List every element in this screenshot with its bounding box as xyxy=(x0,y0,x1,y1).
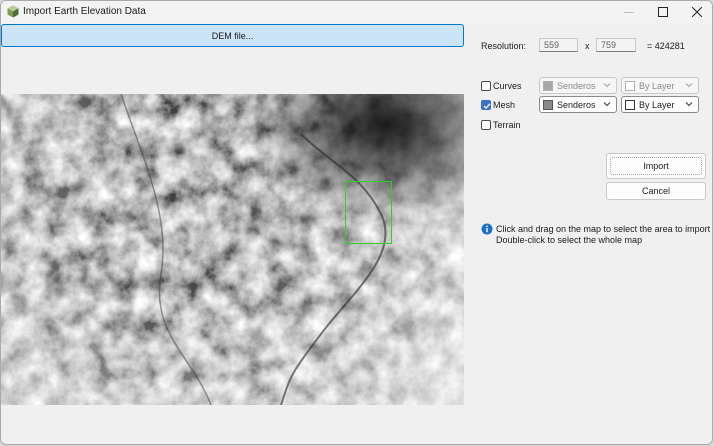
chevron-down-icon xyxy=(685,83,693,88)
mesh-label: Mesh xyxy=(493,100,516,110)
app-icon xyxy=(7,5,19,18)
curves-material-value: Senderos xyxy=(557,80,596,91)
color-swatch xyxy=(543,99,553,110)
terrain-checkbox[interactable] xyxy=(481,120,491,130)
maximize-icon xyxy=(658,7,668,17)
close-icon xyxy=(692,7,702,17)
resolution-width-field[interactable]: 559 xyxy=(539,38,578,52)
checkmark-icon xyxy=(483,103,491,110)
mesh-linetype-value: By Layer xyxy=(639,99,675,110)
maximize-button[interactable] xyxy=(647,1,679,23)
color-swatch xyxy=(543,80,553,91)
mesh-linetype-select[interactable]: By Layer xyxy=(621,96,699,113)
window-title: Import Earth Elevation Data xyxy=(23,6,146,17)
curves-label: Curves xyxy=(493,81,522,91)
chevron-down-icon xyxy=(603,83,611,88)
dem-file-button[interactable]: DEM file... xyxy=(1,24,464,47)
mesh-material-select[interactable]: Senderos xyxy=(539,96,617,113)
resolution-separator: x xyxy=(585,41,590,51)
mesh-material-value: Senderos xyxy=(557,99,596,110)
resolution-total: = 424281 xyxy=(647,41,685,51)
chevron-down-icon xyxy=(603,102,611,107)
resolution-label: Resolution: xyxy=(481,41,527,51)
curves-checkbox[interactable] xyxy=(481,81,491,91)
import-dialog: Import Earth Elevation Data DEM file... xyxy=(0,0,713,445)
curves-linetype-select[interactable]: By Layer xyxy=(621,77,699,94)
terrain-label: Terrain xyxy=(493,120,521,130)
close-button[interactable] xyxy=(681,1,712,23)
mesh-checkbox[interactable] xyxy=(481,100,491,110)
minimize-icon xyxy=(624,12,634,13)
info-line-2: Double-click to select the whole map xyxy=(496,235,643,245)
resolution-height-field[interactable]: 759 xyxy=(596,38,636,52)
focus-ring xyxy=(610,157,702,175)
cancel-button[interactable]: Cancel xyxy=(606,182,706,200)
minimize-button[interactable] xyxy=(613,1,645,23)
chevron-down-icon xyxy=(685,102,693,107)
color-swatch xyxy=(625,80,635,91)
elevation-map[interactable] xyxy=(1,94,464,405)
elevation-map-image xyxy=(1,94,464,405)
curves-linetype-value: By Layer xyxy=(639,80,675,91)
color-swatch xyxy=(625,99,635,110)
info-icon xyxy=(481,223,493,235)
info-text: Click and drag on the map to select the … xyxy=(496,224,710,246)
import-button[interactable]: Import xyxy=(606,153,706,179)
curves-material-select[interactable]: Senderos xyxy=(539,77,617,94)
info-line-1: Click and drag on the map to select the … xyxy=(496,224,711,234)
title-bar: Import Earth Elevation Data xyxy=(1,1,712,23)
